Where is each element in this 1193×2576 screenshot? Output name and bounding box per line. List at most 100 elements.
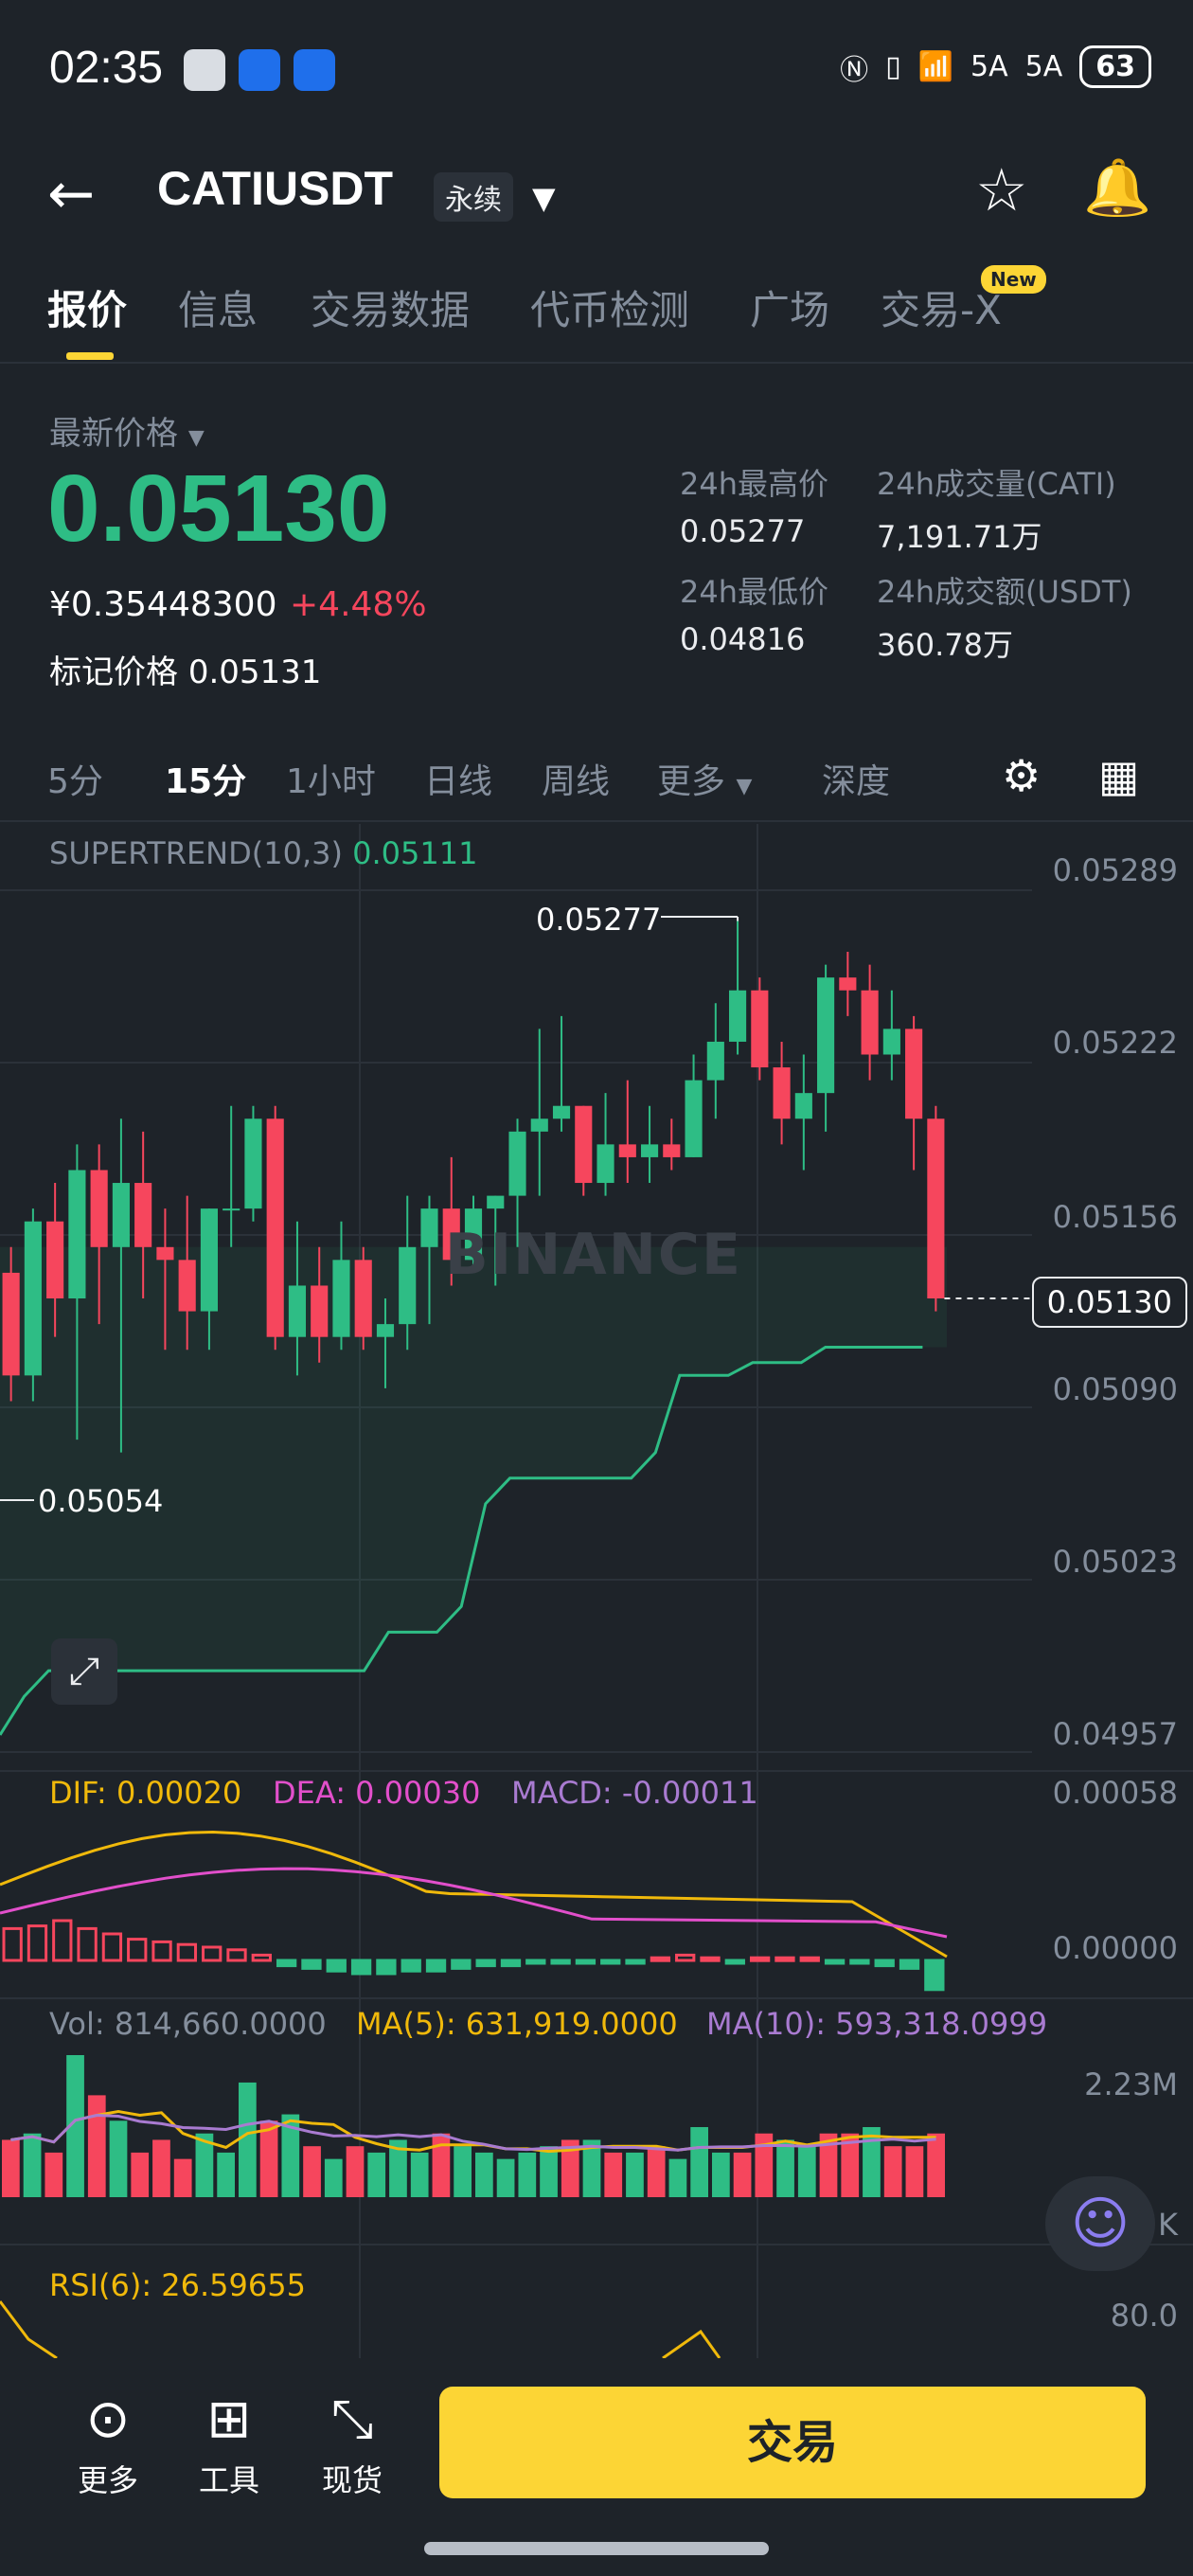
price-axis-label: 0.05289	[1052, 852, 1178, 888]
candle-body	[905, 1029, 923, 1119]
interval-5m[interactable]: 5分	[47, 754, 103, 803]
macd-histogram-bar	[500, 1959, 522, 1968]
macd-axis-top: 0.00058	[1052, 1775, 1178, 1811]
vibrate-icon: ▯	[885, 50, 901, 83]
candle-body	[134, 1183, 152, 1247]
volume-bar	[45, 2152, 63, 2197]
expand-icon[interactable]: ⤢	[51, 1638, 117, 1705]
volume-bar	[432, 2133, 451, 2197]
macd-histogram-bar	[749, 1956, 771, 1962]
more-button[interactable]: ⊙ 更多	[51, 2387, 165, 2500]
vol-label: Vol: 814,660.0000	[49, 2006, 327, 2042]
more-dots-icon: ⊙	[85, 2388, 131, 2450]
ai-assistant-icon[interactable]: ☺	[1045, 2176, 1155, 2271]
candle-body	[596, 1144, 614, 1184]
macd-histogram-bar	[824, 1959, 846, 1965]
contract-type-badge: 永续	[434, 172, 513, 222]
volume-bar	[2, 2139, 20, 2197]
interval-1d[interactable]: 日线	[424, 754, 492, 803]
last-price-selector[interactable]: 最新价格 ▼	[49, 407, 205, 454]
rsi-line	[0, 2300, 58, 2358]
back-arrow-icon[interactable]: ←	[47, 161, 95, 227]
interval-15m[interactable]: 15分	[165, 754, 246, 803]
candle-body	[685, 1080, 703, 1157]
candle-body	[223, 1208, 240, 1211]
macd-histogram-bar	[276, 1959, 297, 1968]
volume-bar	[131, 2152, 150, 2197]
macd-histogram-bar	[849, 1959, 870, 1965]
candle-body	[68, 1170, 86, 1299]
volume-bar	[496, 2158, 515, 2197]
vol-ma10-label: MA(10): 593,318.0999	[706, 2006, 1048, 2042]
tab-token-check[interactable]: 代币检测	[530, 278, 689, 336]
volume-bar	[690, 2127, 708, 2197]
macd-histogram-bar	[550, 1959, 571, 1965]
kline-chart[interactable]: BINANCE SUPERTREND(10,3) 0.05111 0.05289…	[0, 824, 1193, 2358]
bell-icon[interactable]: 🔔	[1083, 155, 1151, 221]
signal-icon: 5A	[970, 50, 1008, 83]
price-axis-label: 0.05090	[1052, 1371, 1178, 1407]
candle-body	[288, 1285, 307, 1337]
symbol-title[interactable]: CATIUSDT	[157, 161, 393, 216]
macd-histogram-bar	[675, 1953, 696, 1962]
wifi-icon: 📶	[917, 50, 954, 83]
stat-24h-high: 24h最高价 0.05277	[680, 466, 829, 549]
candle-body	[399, 1246, 417, 1325]
interval-1h[interactable]: 1小时	[286, 754, 376, 803]
volume-bar	[239, 2082, 257, 2197]
macd-histogram-bar	[899, 1959, 920, 1970]
candle-body	[706, 1041, 724, 1081]
tools-button[interactable]: ⊞ 工具	[172, 2387, 286, 2500]
status-time: 02:35	[49, 43, 164, 93]
candle-body	[552, 1105, 571, 1119]
volume-bar	[626, 2152, 644, 2197]
interval-1w[interactable]: 周线	[542, 754, 610, 803]
candle-body	[354, 1260, 372, 1337]
chart-canvas	[0, 824, 1193, 2358]
candle-body	[773, 1067, 791, 1119]
macd-histogram-bar	[27, 1924, 48, 1962]
grid-icon[interactable]: ▦	[1098, 750, 1139, 801]
volume-bar	[883, 2146, 902, 2197]
trade-button[interactable]: 交易	[439, 2387, 1146, 2498]
price-axis-label: 0.05222	[1052, 1025, 1178, 1061]
interval-more[interactable]: 更多 ▼	[657, 754, 752, 803]
volume-bar	[797, 2146, 816, 2197]
candle-body	[332, 1260, 350, 1337]
candle-body	[200, 1208, 218, 1312]
stat-24h-turnover: 24h成交额(USDT) 360.78万	[877, 574, 1132, 663]
candle-body	[46, 1221, 64, 1299]
candle-body	[575, 1105, 593, 1184]
candle-body	[817, 977, 835, 1094]
price-summary: 最新价格 ▼ 0.05130 ¥0.35448300 +4.48% 标记价格 0…	[0, 379, 1193, 701]
high-marker-label: 0.05277	[536, 902, 662, 938]
rsi-axis-top: 80.0	[1110, 2298, 1178, 2334]
star-icon[interactable]: ☆	[975, 155, 1028, 224]
price-axis-label: 0.04957	[1052, 1716, 1178, 1752]
candle-body	[90, 1170, 108, 1247]
candle-body	[927, 1118, 945, 1299]
candle-body	[618, 1144, 636, 1157]
volume-bar	[668, 2158, 687, 2197]
volume-bar	[604, 2152, 623, 2197]
caret-down-icon[interactable]: ▼	[532, 180, 556, 216]
rsi-line	[662, 2329, 721, 2358]
tab-square[interactable]: 广场	[750, 278, 829, 336]
volume-bar	[475, 2152, 493, 2197]
macd-histogram-bar	[401, 1959, 421, 1973]
supertrend-label: SUPERTREND(10,3) 0.05111	[49, 835, 478, 871]
candle-body	[156, 1246, 174, 1261]
macd-histogram-bar	[799, 1956, 820, 1962]
tab-quote[interactable]: 报价	[47, 278, 127, 336]
depth-tab[interactable]: 深度	[822, 754, 890, 803]
volume-bar	[712, 2152, 730, 2197]
candle-body	[640, 1144, 659, 1157]
spot-button[interactable]: ⤡ 现货	[295, 2387, 409, 2500]
tab-trading-data[interactable]: 交易数据	[311, 278, 470, 336]
candle-body	[244, 1118, 262, 1209]
macd-dif-label: DIF: 0.00020	[49, 1775, 242, 1811]
chart-settings-icon[interactable]: ⚙	[1002, 750, 1041, 801]
volume-bar	[927, 2133, 945, 2197]
macd-histogram-bar	[625, 1959, 646, 1965]
tab-info[interactable]: 信息	[178, 278, 258, 336]
